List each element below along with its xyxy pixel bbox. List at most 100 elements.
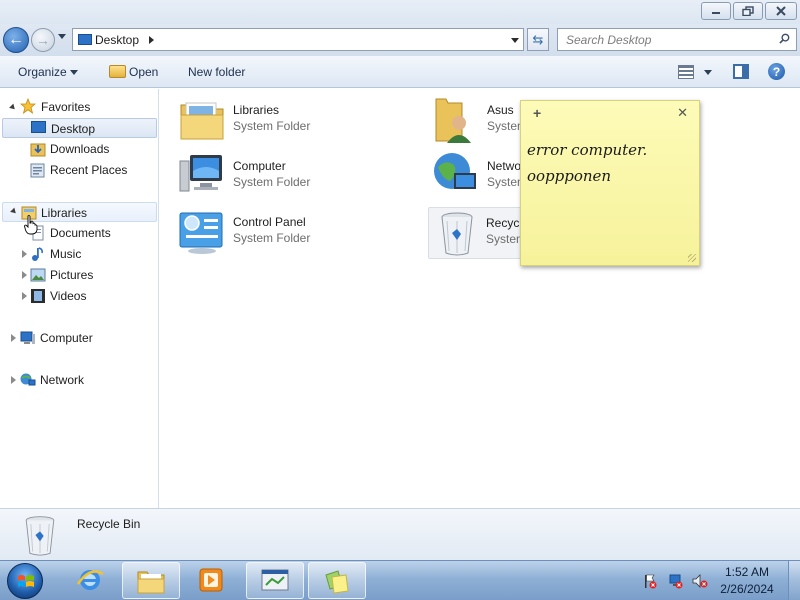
new-folder-button[interactable]: New folder xyxy=(188,65,245,79)
search-input[interactable]: Search Desktop xyxy=(557,28,797,51)
action-center-flag-icon[interactable] xyxy=(642,573,658,589)
media-player-icon xyxy=(199,568,223,592)
item-name: Control Panel xyxy=(233,215,306,229)
nav-item-recent-places[interactable]: Recent Places xyxy=(2,160,157,180)
item-type: System Folder xyxy=(233,119,311,133)
content-area: Libraries System Folder Computer System … xyxy=(160,89,800,508)
taskbar-media-player[interactable] xyxy=(183,562,241,599)
network-status-icon[interactable] xyxy=(668,573,684,589)
nav-item-downloads[interactable]: Downloads xyxy=(2,139,157,159)
command-bar: Organize Open New folder ? xyxy=(0,56,800,88)
taskbar-remote-window[interactable] xyxy=(246,562,304,599)
details-item-name: Recycle Bin xyxy=(77,517,141,531)
recent-places-icon xyxy=(30,163,45,178)
item-libraries[interactable]: Libraries System Folder xyxy=(176,95,406,145)
nav-item-computer[interactable]: Computer xyxy=(2,328,157,348)
nav-item-music[interactable]: Music xyxy=(2,244,157,264)
details-pane: Recycle Bin xyxy=(0,508,800,560)
desktop-icon xyxy=(31,121,46,133)
expand-network-icon[interactable] xyxy=(11,376,16,384)
breadcrumb-desktop[interactable]: Desktop xyxy=(95,33,139,47)
item-network[interactable]: Netwo System xyxy=(430,151,530,201)
nav-label-pictures: Pictures xyxy=(50,268,94,282)
windows-logo-icon xyxy=(18,575,34,587)
item-type: System Folder xyxy=(233,231,311,245)
nav-item-videos[interactable]: Videos xyxy=(2,286,157,306)
item-name: Recycl xyxy=(486,216,523,230)
forward-arrow-icon: → xyxy=(36,32,50,48)
sticky-notes-icon xyxy=(325,570,349,594)
help-icon[interactable]: ? xyxy=(768,63,785,80)
address-row: ← → Desktop ⇆ Search Desktop xyxy=(0,24,800,56)
search-icon[interactable] xyxy=(779,33,790,44)
close-icon xyxy=(766,3,796,19)
expand-videos-icon[interactable] xyxy=(22,292,27,300)
organize-dropdown-icon[interactable] xyxy=(70,70,78,75)
new-note-icon[interactable]: + xyxy=(533,105,541,121)
sticky-note[interactable]: + ✕ error computer. oopp​ponen xyxy=(520,100,700,266)
item-asus[interactable]: Asus System xyxy=(430,95,530,145)
open-folder-icon[interactable] xyxy=(109,65,126,78)
volume-muted-icon[interactable] xyxy=(692,573,708,589)
item-control-panel[interactable]: Control Panel System Folder xyxy=(176,207,406,257)
taskbar-windows-explorer[interactable] xyxy=(122,562,180,599)
downloads-folder-icon xyxy=(30,143,46,157)
item-recycle-bin[interactable]: Recycl System xyxy=(428,207,528,259)
preview-pane-icon[interactable] xyxy=(733,64,749,79)
navigation-pane: Favorites Desktop Downloads Recent Place… xyxy=(0,89,159,508)
back-button[interactable]: ← xyxy=(3,27,29,53)
clock-time[interactable]: 1:52 AM xyxy=(712,565,782,579)
clock-date[interactable]: 2/26/2024 xyxy=(712,582,782,596)
nav-label-documents: Documents xyxy=(50,226,111,240)
organize-button[interactable]: Organize xyxy=(18,65,67,79)
network-icon xyxy=(20,373,36,386)
recycle-bin-icon xyxy=(441,212,473,256)
nav-label-desktop: Desktop xyxy=(51,122,96,136)
view-options-dropdown-icon[interactable] xyxy=(704,70,712,75)
sticky-note-text[interactable]: error computer. oopp​ponen xyxy=(527,137,695,189)
expand-pictures-icon[interactable] xyxy=(22,271,27,279)
search-placeholder: Search Desktop xyxy=(566,33,652,47)
computer-icon xyxy=(20,331,35,344)
item-computer[interactable]: Computer System Folder xyxy=(176,151,406,201)
show-desktop-button[interactable] xyxy=(788,561,800,600)
refresh-button[interactable]: ⇆ xyxy=(527,28,549,51)
expand-libraries-icon[interactable] xyxy=(10,207,18,216)
pictures-icon xyxy=(30,268,46,282)
minimize-button[interactable] xyxy=(701,2,731,20)
address-bar[interactable]: Desktop xyxy=(72,28,524,51)
start-button[interactable] xyxy=(7,563,43,599)
forward-button[interactable]: → xyxy=(31,28,55,52)
nav-item-network[interactable]: Network xyxy=(2,370,157,390)
open-button[interactable]: Open xyxy=(129,65,158,79)
delete-note-icon[interactable]: ✕ xyxy=(677,105,688,121)
title-bar xyxy=(0,0,800,24)
address-history-dropdown-icon[interactable] xyxy=(511,38,519,43)
taskbar-sticky-notes[interactable] xyxy=(308,562,366,599)
expand-favorites-icon[interactable] xyxy=(9,103,17,112)
minimize-icon xyxy=(702,3,730,19)
nav-item-desktop[interactable]: Desktop xyxy=(2,118,157,138)
restore-button[interactable] xyxy=(733,2,763,20)
resize-grip-icon[interactable] xyxy=(688,254,696,262)
item-type: System Folder xyxy=(233,175,311,189)
network-globe-icon xyxy=(434,153,476,189)
breadcrumb-chevron-icon[interactable] xyxy=(149,36,154,44)
nav-item-pictures[interactable]: Pictures xyxy=(2,265,157,285)
internet-explorer-icon xyxy=(76,570,104,590)
taskbar-internet-explorer[interactable] xyxy=(62,562,120,599)
change-view-icon[interactable] xyxy=(678,65,694,79)
expand-computer-icon[interactable] xyxy=(11,334,16,342)
libraries-folder-icon xyxy=(180,102,224,140)
nav-item-favorites[interactable]: Favorites xyxy=(38,97,148,117)
star-icon xyxy=(20,98,36,114)
close-button[interactable] xyxy=(765,2,797,20)
nav-label-libraries: Libraries xyxy=(41,206,88,220)
item-name: Libraries xyxy=(233,103,280,117)
expand-music-icon[interactable] xyxy=(22,250,27,258)
refresh-icon: ⇆ xyxy=(532,31,544,47)
computer-monitor-icon xyxy=(179,155,222,192)
recent-pages-dropdown-icon[interactable] xyxy=(58,34,66,39)
user-folder-icon xyxy=(435,98,471,143)
window-app-icon xyxy=(261,569,289,591)
